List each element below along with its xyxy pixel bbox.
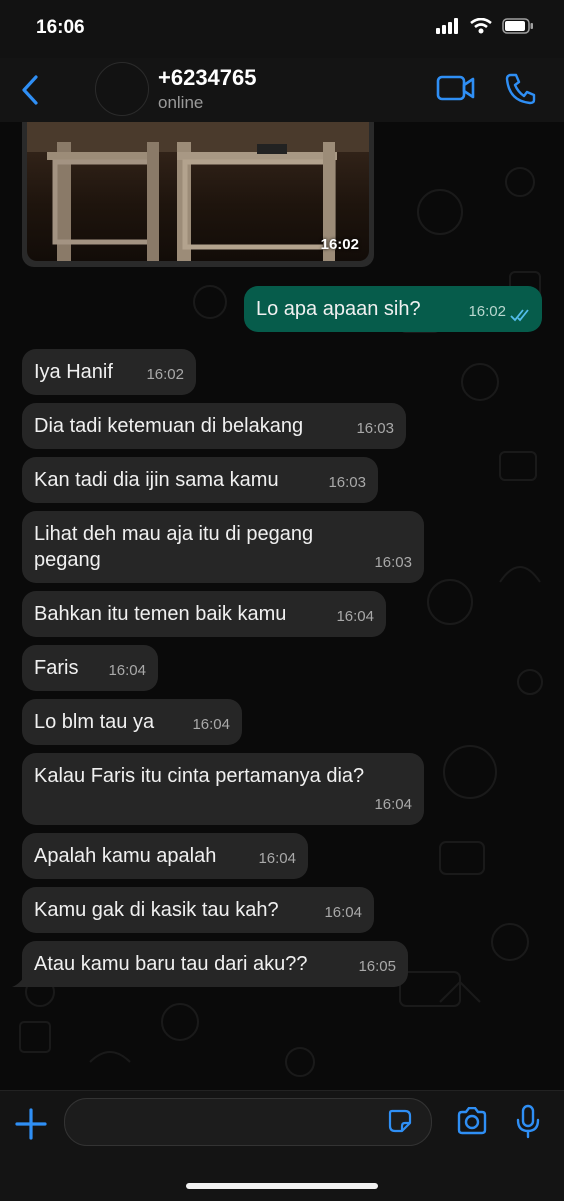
chat-area[interactable]: 16:02 Lo apa apaan sih? 16:02 Iya Hanif …	[0, 122, 564, 1090]
image-message[interactable]: 16:02	[22, 122, 374, 267]
signal-icon	[436, 18, 458, 34]
message-bubble-incoming[interactable]: Kan tadi dia ijin sama kamu 16:03	[22, 457, 378, 503]
message-time: 16:05	[358, 958, 396, 975]
message-text: Lihat deh mau aja itu di pegang pegang	[34, 523, 314, 571]
message-time: 16:03	[374, 554, 412, 571]
status-time: 16:06	[36, 17, 85, 38]
photo-thumbnail[interactable]: 16:02	[27, 122, 369, 261]
sticker-icon[interactable]	[388, 1109, 412, 1133]
compose-bar	[0, 1090, 564, 1201]
message-bubble-incoming[interactable]: Kamu gak di kasik tau kah? 16:04	[22, 887, 374, 933]
message-text: Lo apa apaan sih?	[256, 298, 421, 320]
message-time: 16:02	[146, 366, 184, 383]
phone-call-icon[interactable]	[504, 72, 536, 106]
contact-presence: online	[158, 93, 204, 112]
image-timestamp: 16:02	[320, 236, 359, 253]
message-time: 16:04	[374, 796, 412, 813]
plus-icon[interactable]	[14, 1107, 48, 1141]
message-bubble-outgoing[interactable]: Lo apa apaan sih? 16:02	[244, 286, 542, 332]
message-bubble-incoming[interactable]: Faris 16:04	[22, 645, 158, 691]
message-text: Atau kamu baru tau dari aku??	[34, 953, 308, 975]
contact-avatar[interactable]	[95, 62, 149, 116]
message-time: 16:04	[258, 850, 296, 867]
double-check-read-icon	[510, 309, 529, 322]
message-text: Kan tadi dia ijin sama kamu	[34, 469, 279, 491]
message-bubble-incoming[interactable]: Kalau Faris itu cinta pertamanya dia? 16…	[22, 753, 424, 825]
camera-icon[interactable]	[456, 1107, 488, 1135]
message-bubble-incoming[interactable]: Bahkan itu temen baik kamu 16:04	[22, 591, 386, 637]
chat-header: +6234765 online	[0, 58, 564, 123]
video-call-icon[interactable]	[436, 74, 476, 102]
message-text: Kalau Faris itu cinta pertamanya dia?	[34, 765, 365, 787]
message-time: 16:03	[328, 474, 366, 491]
back-chevron-icon[interactable]	[18, 72, 46, 108]
message-text: Iya Hanif	[34, 361, 113, 383]
message-time: 16:04	[336, 608, 374, 625]
message-text: Lo blm tau ya	[34, 711, 155, 733]
message-text: Dia tadi ketemuan di belakang	[34, 415, 304, 437]
contact-name[interactable]: +6234765	[158, 65, 257, 91]
home-indicator[interactable]	[186, 1183, 378, 1189]
message-text: Bahkan itu temen baik kamu	[34, 603, 287, 625]
message-text: Apalah kamu apalah	[34, 845, 217, 867]
message-time: 16:04	[108, 662, 146, 679]
battery-icon	[502, 18, 533, 34]
message-bubble-incoming[interactable]: Atau kamu baru tau dari aku?? 16:05	[22, 941, 408, 987]
message-time: 16:04	[192, 716, 230, 733]
message-bubble-incoming[interactable]: Iya Hanif 16:02	[22, 349, 196, 395]
message-bubble-incoming[interactable]: Lo blm tau ya 16:04	[22, 699, 242, 745]
photo-content	[27, 122, 369, 261]
message-bubble-incoming[interactable]: Apalah kamu apalah 16:04	[22, 833, 308, 879]
message-time: 16:02	[468, 303, 506, 320]
message-text: Faris	[34, 657, 79, 679]
microphone-icon[interactable]	[514, 1104, 542, 1140]
message-time: 16:03	[356, 420, 394, 437]
status-icons	[436, 18, 534, 34]
bubble-tail	[12, 974, 26, 987]
message-time: 16:04	[324, 904, 362, 921]
message-input[interactable]	[64, 1098, 432, 1146]
message-bubble-incoming[interactable]: Dia tadi ketemuan di belakang 16:03	[22, 403, 406, 449]
message-bubble-incoming[interactable]: Lihat deh mau aja itu di pegang pegang 1…	[22, 511, 424, 583]
message-text: Kamu gak di kasik tau kah?	[34, 899, 279, 921]
status-bar: 16:06	[0, 0, 564, 58]
wifi-icon	[470, 18, 492, 34]
